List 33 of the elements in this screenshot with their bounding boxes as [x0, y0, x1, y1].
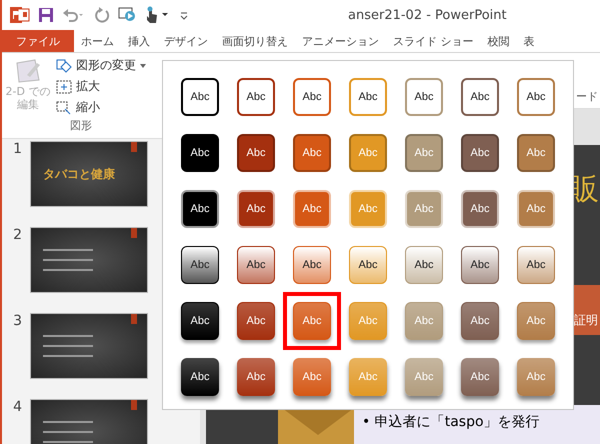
slide-number: 2 — [12, 227, 22, 243]
powerpoint-logo-icon — [10, 6, 30, 24]
shrink-icon — [56, 100, 72, 114]
ribbon-tab[interactable]: アニメーション — [295, 30, 386, 52]
slide-number: 4 — [12, 399, 22, 415]
wordart-group-label: ード — [576, 89, 598, 105]
ribbon-tab[interactable]: デザイン — [157, 30, 215, 52]
ribbon-tab[interactable]: スライド ショー — [386, 30, 480, 52]
slideshow-icon[interactable] — [118, 6, 136, 24]
ribbon-tab[interactable]: 表 — [516, 30, 542, 52]
ribbon-tab[interactable]: ホーム — [74, 30, 121, 52]
ribbon-tab[interactable]: 挿入 — [121, 30, 157, 52]
enlarge-icon — [56, 80, 72, 94]
change-shape-button[interactable]: 図形の変更 — [54, 55, 148, 76]
undo-icon[interactable] — [62, 7, 86, 23]
enlarge-button[interactable]: 拡大 — [54, 76, 102, 97]
slide-thumbnail[interactable] — [30, 313, 148, 379]
window-title: anser21-02 - PowerPoint — [348, 8, 507, 22]
ribbon-tab[interactable]: ファイル — [2, 30, 74, 52]
redo-icon[interactable] — [94, 7, 110, 23]
touch-mode-icon[interactable] — [144, 6, 170, 24]
ribbon-tab[interactable]: 画面切り替え — [215, 30, 295, 52]
group-label: 図形 — [69, 118, 93, 134]
slide-text-box: 証明 — [574, 285, 600, 335]
shrink-button[interactable]: 縮小 — [54, 97, 102, 118]
save-icon[interactable] — [38, 7, 54, 23]
ribbon-tab[interactable]: 校閲 — [480, 30, 516, 52]
slide-number: 3 — [12, 313, 22, 329]
slide-thumbnail[interactable]: タバコと健康 — [30, 141, 148, 207]
shape-change-icon — [56, 58, 72, 72]
caret-icon — [140, 64, 146, 68]
slide-number: 1 — [12, 141, 22, 157]
slide-thumbnail[interactable] — [30, 227, 148, 293]
